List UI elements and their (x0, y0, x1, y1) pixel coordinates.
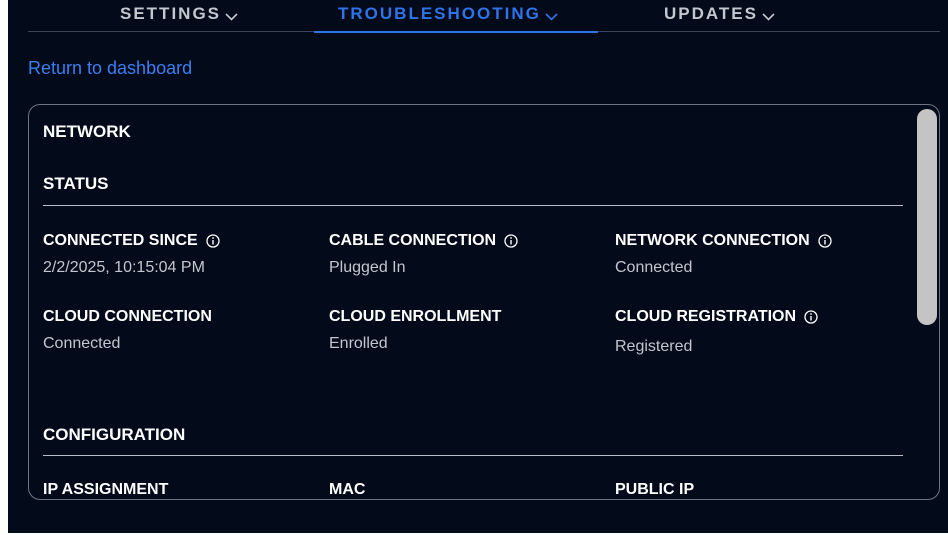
info-icon[interactable] (818, 234, 832, 248)
field-value: Connected (615, 259, 693, 276)
configuration-divider (43, 455, 903, 456)
field-cloud-connection: CLOUD CONNECTION Connected (43, 308, 212, 353)
field-value: Registered (615, 338, 693, 355)
info-icon[interactable] (504, 234, 518, 248)
field-ip-assignment: IP ASSIGNMENT (43, 481, 168, 499)
status-heading: STATUS (43, 174, 109, 193)
chevron-down-icon (225, 7, 238, 27)
tab-updates-label: UPDATES (664, 4, 758, 23)
chevron-down-icon (545, 7, 558, 27)
field-network-connection: NETWORK CONNECTION Connected (615, 232, 832, 277)
app-window: SETTINGS TROUBLESHOOTING UPDATES Return … (8, 0, 948, 533)
status-divider (43, 205, 903, 206)
field-value: 2/2/2025, 10:15:04 PM (43, 259, 205, 276)
tab-settings-label: SETTINGS (120, 4, 222, 23)
field-public-ip: PUBLIC IP (615, 481, 694, 499)
field-label: CONNECTED SINCE (43, 232, 198, 249)
field-cloud-enrollment: CLOUD ENROLLMENT Enrolled (329, 308, 501, 353)
tab-bar: SETTINGS TROUBLESHOOTING UPDATES (28, 0, 940, 33)
field-value: Plugged In (329, 259, 406, 276)
info-icon[interactable] (206, 234, 220, 248)
field-label: CLOUD REGISTRATION (615, 308, 797, 325)
tab-updates[interactable]: UPDATES (664, 4, 775, 30)
field-label: CLOUD CONNECTION (43, 308, 212, 325)
scrollbar-thumb[interactable] (917, 109, 937, 325)
field-label: NETWORK CONNECTION (615, 232, 810, 249)
field-label: MAC (329, 481, 366, 498)
chevron-down-icon (762, 7, 775, 27)
field-label: CABLE CONNECTION (329, 232, 497, 249)
tab-troubleshooting-label: TROUBLESHOOTING (338, 4, 541, 23)
field-label: IP ASSIGNMENT (43, 481, 169, 498)
field-label: CLOUD ENROLLMENT (329, 308, 502, 325)
field-connected-since: CONNECTED SINCE 2/2/2025, 10:15:04 PM (43, 232, 220, 277)
field-cloud-registration: CLOUD REGISTRATION Registered (615, 308, 818, 356)
card-title: NETWORK (43, 122, 131, 141)
tab-settings[interactable]: SETTINGS (120, 4, 238, 30)
network-card: NETWORK STATUS CONNECTED SINCE 2/2/2025,… (28, 104, 940, 500)
tab-troubleshooting[interactable]: TROUBLESHOOTING (314, 4, 598, 33)
field-label: PUBLIC IP (615, 481, 695, 498)
info-icon[interactable] (804, 310, 818, 324)
field-mac: MAC (329, 481, 365, 499)
field-cable-connection: CABLE CONNECTION Plugged In (329, 232, 518, 277)
return-to-dashboard-link[interactable]: Return to dashboard (28, 58, 192, 79)
field-value: Connected (43, 335, 121, 352)
configuration-heading: CONFIGURATION (43, 425, 186, 444)
field-value: Enrolled (329, 335, 388, 352)
